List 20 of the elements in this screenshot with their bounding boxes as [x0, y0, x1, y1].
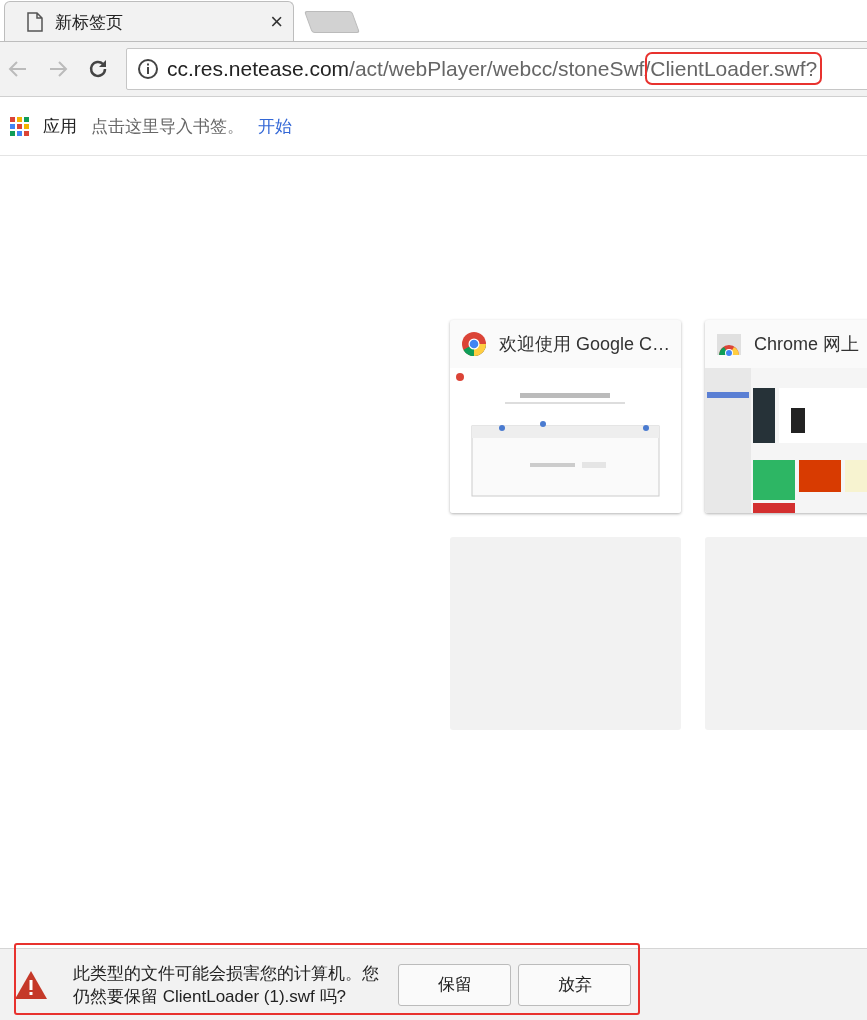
apps-grid-icon [10, 116, 29, 136]
browser-tab[interactable]: 新标签页 × [4, 1, 294, 42]
tile-title: 欢迎使用 Google C… [499, 333, 671, 356]
most-visited-tile[interactable]: Chrome 网上 [705, 320, 867, 513]
warning-icon [14, 969, 48, 1000]
page-icon [27, 12, 43, 32]
most-visited-tile[interactable]: 欢迎使用 Google C… [450, 320, 681, 513]
download-warning-message: 此类型的文件可能会损害您的计算机。您仍然要保留 ClientLoader (1).swf 吗? [73, 962, 380, 1008]
chrome-icon [461, 331, 487, 357]
store-icon [716, 331, 742, 357]
tile-title: Chrome 网上 [754, 333, 860, 356]
tab-title: 新标签页 [55, 11, 124, 34]
start-link[interactable]: 开始 [258, 114, 292, 138]
info-icon [137, 58, 159, 80]
import-bookmarks-hint: 点击这里导入书签。 [91, 115, 244, 138]
new-tab-button[interactable] [304, 11, 360, 33]
discard-button[interactable]: 放弃 [518, 963, 631, 1006]
keep-button[interactable]: 保留 [398, 963, 511, 1006]
apps-shortcut[interactable]: 应用 [10, 114, 77, 138]
close-button[interactable]: × [270, 9, 283, 35]
